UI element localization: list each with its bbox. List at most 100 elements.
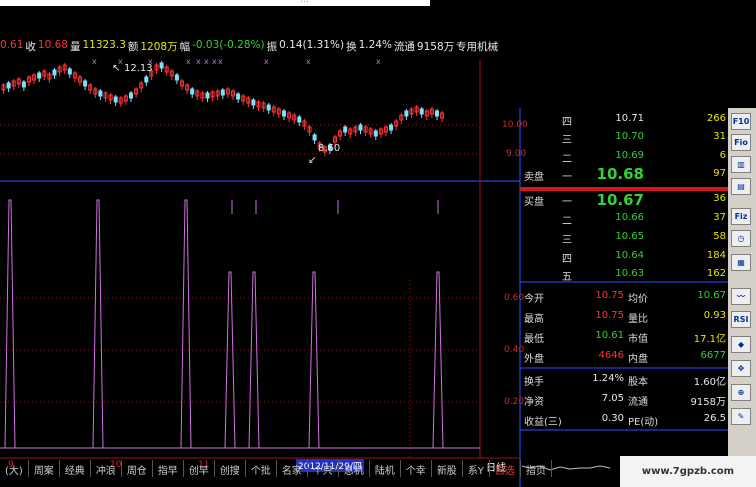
ask-price: 10.69 xyxy=(615,150,644,161)
candle-body xyxy=(419,108,424,115)
candle-body xyxy=(174,74,179,81)
bottom-tab[interactable]: 指早 xyxy=(153,460,184,477)
ask-price-best: 10.68 xyxy=(596,165,644,183)
high-arrow-icon: ↖ xyxy=(112,63,121,74)
bottom-tab[interactable]: 创搜 xyxy=(215,460,246,477)
candle-body xyxy=(358,124,363,131)
pe-value: 26.5 xyxy=(703,413,726,424)
avg-label: 均价 xyxy=(628,294,648,305)
chart-icon[interactable]: ▥ xyxy=(731,156,751,173)
indicator-spike xyxy=(180,199,192,449)
candle-body xyxy=(220,89,225,96)
chart-icon[interactable]: ▦ xyxy=(731,254,751,271)
open-value: 10.75 xyxy=(595,290,624,301)
price-tick: 9.00 xyxy=(506,149,527,159)
rsi-icon[interactable]: RSI xyxy=(731,311,751,328)
outer-value: 4646 xyxy=(598,350,624,361)
signal-marker: x xyxy=(212,57,217,66)
candle-body xyxy=(67,68,72,75)
netasset-label: 净资 xyxy=(524,397,544,408)
candle-body xyxy=(373,130,378,137)
bottom-tab[interactable]: 自选 xyxy=(490,460,521,477)
bottom-tab[interactable]: 个只 xyxy=(308,460,339,477)
bid-level-label: 三 xyxy=(562,235,572,246)
signal-marker: x xyxy=(186,57,191,66)
bid-level-label: 四 xyxy=(562,254,572,265)
ask-level-label: 一 xyxy=(562,172,572,183)
bid-price: 10.66 xyxy=(615,212,644,223)
f12-icon[interactable]: Fiz xyxy=(731,208,751,225)
candle-body xyxy=(205,92,210,99)
low-value: 10.61 xyxy=(595,330,624,341)
bottom-tab[interactable]: 周案 xyxy=(29,460,60,477)
mktcap-label: 市值 xyxy=(628,334,648,345)
bottom-tab[interactable]: 周仓 xyxy=(122,460,153,477)
high-value: 10.75 xyxy=(595,310,624,321)
shares-value: 1.60亿 xyxy=(693,377,726,388)
bottom-tab[interactable]: 个幸 xyxy=(401,460,432,477)
bottom-tab-bar: (大) 周案 经典 冲浪 周仓 指早 创早 创搜 个批 名家 个只 息机 陆机 个幸 新股 系Y 自选 指页 xyxy=(0,460,552,477)
ask-price: 10.70 xyxy=(615,131,644,142)
bottom-tab[interactable]: 名家 xyxy=(277,460,308,477)
candle-body xyxy=(297,116,302,123)
candle-body xyxy=(6,82,11,89)
f10-icon[interactable]: F10 xyxy=(731,113,751,130)
right-toolbar: F10 Fio ▥ ▤ Fiz ◷ ▦ 〰 RSI ⬥ ✥ ⊕ ✎ xyxy=(728,108,756,480)
high-price-marker: 12.13 xyxy=(124,63,153,74)
low-label: 最低 xyxy=(524,334,544,345)
bid-price: 10.65 xyxy=(615,231,644,242)
bottom-tab[interactable]: 新股 xyxy=(432,460,463,477)
clock-icon[interactable]: ◷ xyxy=(731,230,751,247)
candle-body xyxy=(435,110,439,117)
zoom-icon[interactable]: ⊕ xyxy=(731,384,751,401)
signal-marker: x xyxy=(204,57,209,66)
bottom-tab[interactable]: 经典 xyxy=(60,460,91,477)
bid-price-best: 10.67 xyxy=(596,191,644,209)
ask-volume: 6 xyxy=(719,150,726,161)
indicator-tick: 0.60 xyxy=(504,293,525,303)
pencil-icon[interactable]: ✎ xyxy=(731,408,751,425)
bid-volume: 36 xyxy=(713,193,726,204)
candle-body xyxy=(312,134,317,141)
ask-level-label: 三 xyxy=(562,135,572,146)
signal-marker: x xyxy=(92,57,97,66)
low-arrow-icon: ↙ xyxy=(308,155,317,166)
netasset-value: 7.05 xyxy=(601,393,624,404)
bottom-tab[interactable]: 指页 xyxy=(521,460,552,477)
bottom-tab[interactable]: 息机 xyxy=(339,460,370,477)
signal-marker: x xyxy=(196,57,201,66)
wave-icon[interactable]: 〰 xyxy=(731,288,751,305)
f10-icon[interactable]: Fio xyxy=(731,134,751,151)
ask-volume: 97 xyxy=(713,168,726,179)
bottom-tab[interactable]: 系Y xyxy=(463,460,490,477)
candle-body xyxy=(83,80,88,87)
move-icon[interactable]: ✥ xyxy=(731,360,751,377)
signal-marker: x xyxy=(376,57,381,66)
bottom-tab[interactable]: 冲浪 xyxy=(91,460,122,477)
candle-body xyxy=(113,96,118,103)
candle-body xyxy=(266,104,271,111)
bid-volume: 37 xyxy=(713,212,726,223)
bottom-tab[interactable]: 创早 xyxy=(184,460,215,477)
candle-body xyxy=(282,110,286,117)
bid-price: 10.63 xyxy=(615,268,644,279)
bottom-tab[interactable]: (大) xyxy=(0,460,29,477)
ask-volume: 266 xyxy=(706,113,726,124)
turnover-value: 1.24% xyxy=(592,373,624,384)
bottom-tab[interactable]: 陆机 xyxy=(370,460,401,477)
candle-body xyxy=(190,88,195,95)
ask-level-label: 四 xyxy=(562,117,572,128)
f10-icon[interactable]: ▤ xyxy=(731,178,751,195)
bottom-tab[interactable]: 个批 xyxy=(246,460,277,477)
vol-ratio-label: 量比 xyxy=(628,314,648,325)
marker-icon[interactable]: ⬥ xyxy=(731,336,751,353)
indicator-tick: 0.20 xyxy=(504,397,525,407)
ask-price: 10.71 xyxy=(615,113,644,124)
candle-body xyxy=(236,93,241,100)
indicator-series xyxy=(0,199,480,449)
bid-volume: 184 xyxy=(706,250,726,261)
open-label: 今开 xyxy=(524,294,544,305)
indicator-spike xyxy=(4,199,16,449)
candle-body xyxy=(159,62,164,69)
bid-volume: 162 xyxy=(706,268,726,279)
